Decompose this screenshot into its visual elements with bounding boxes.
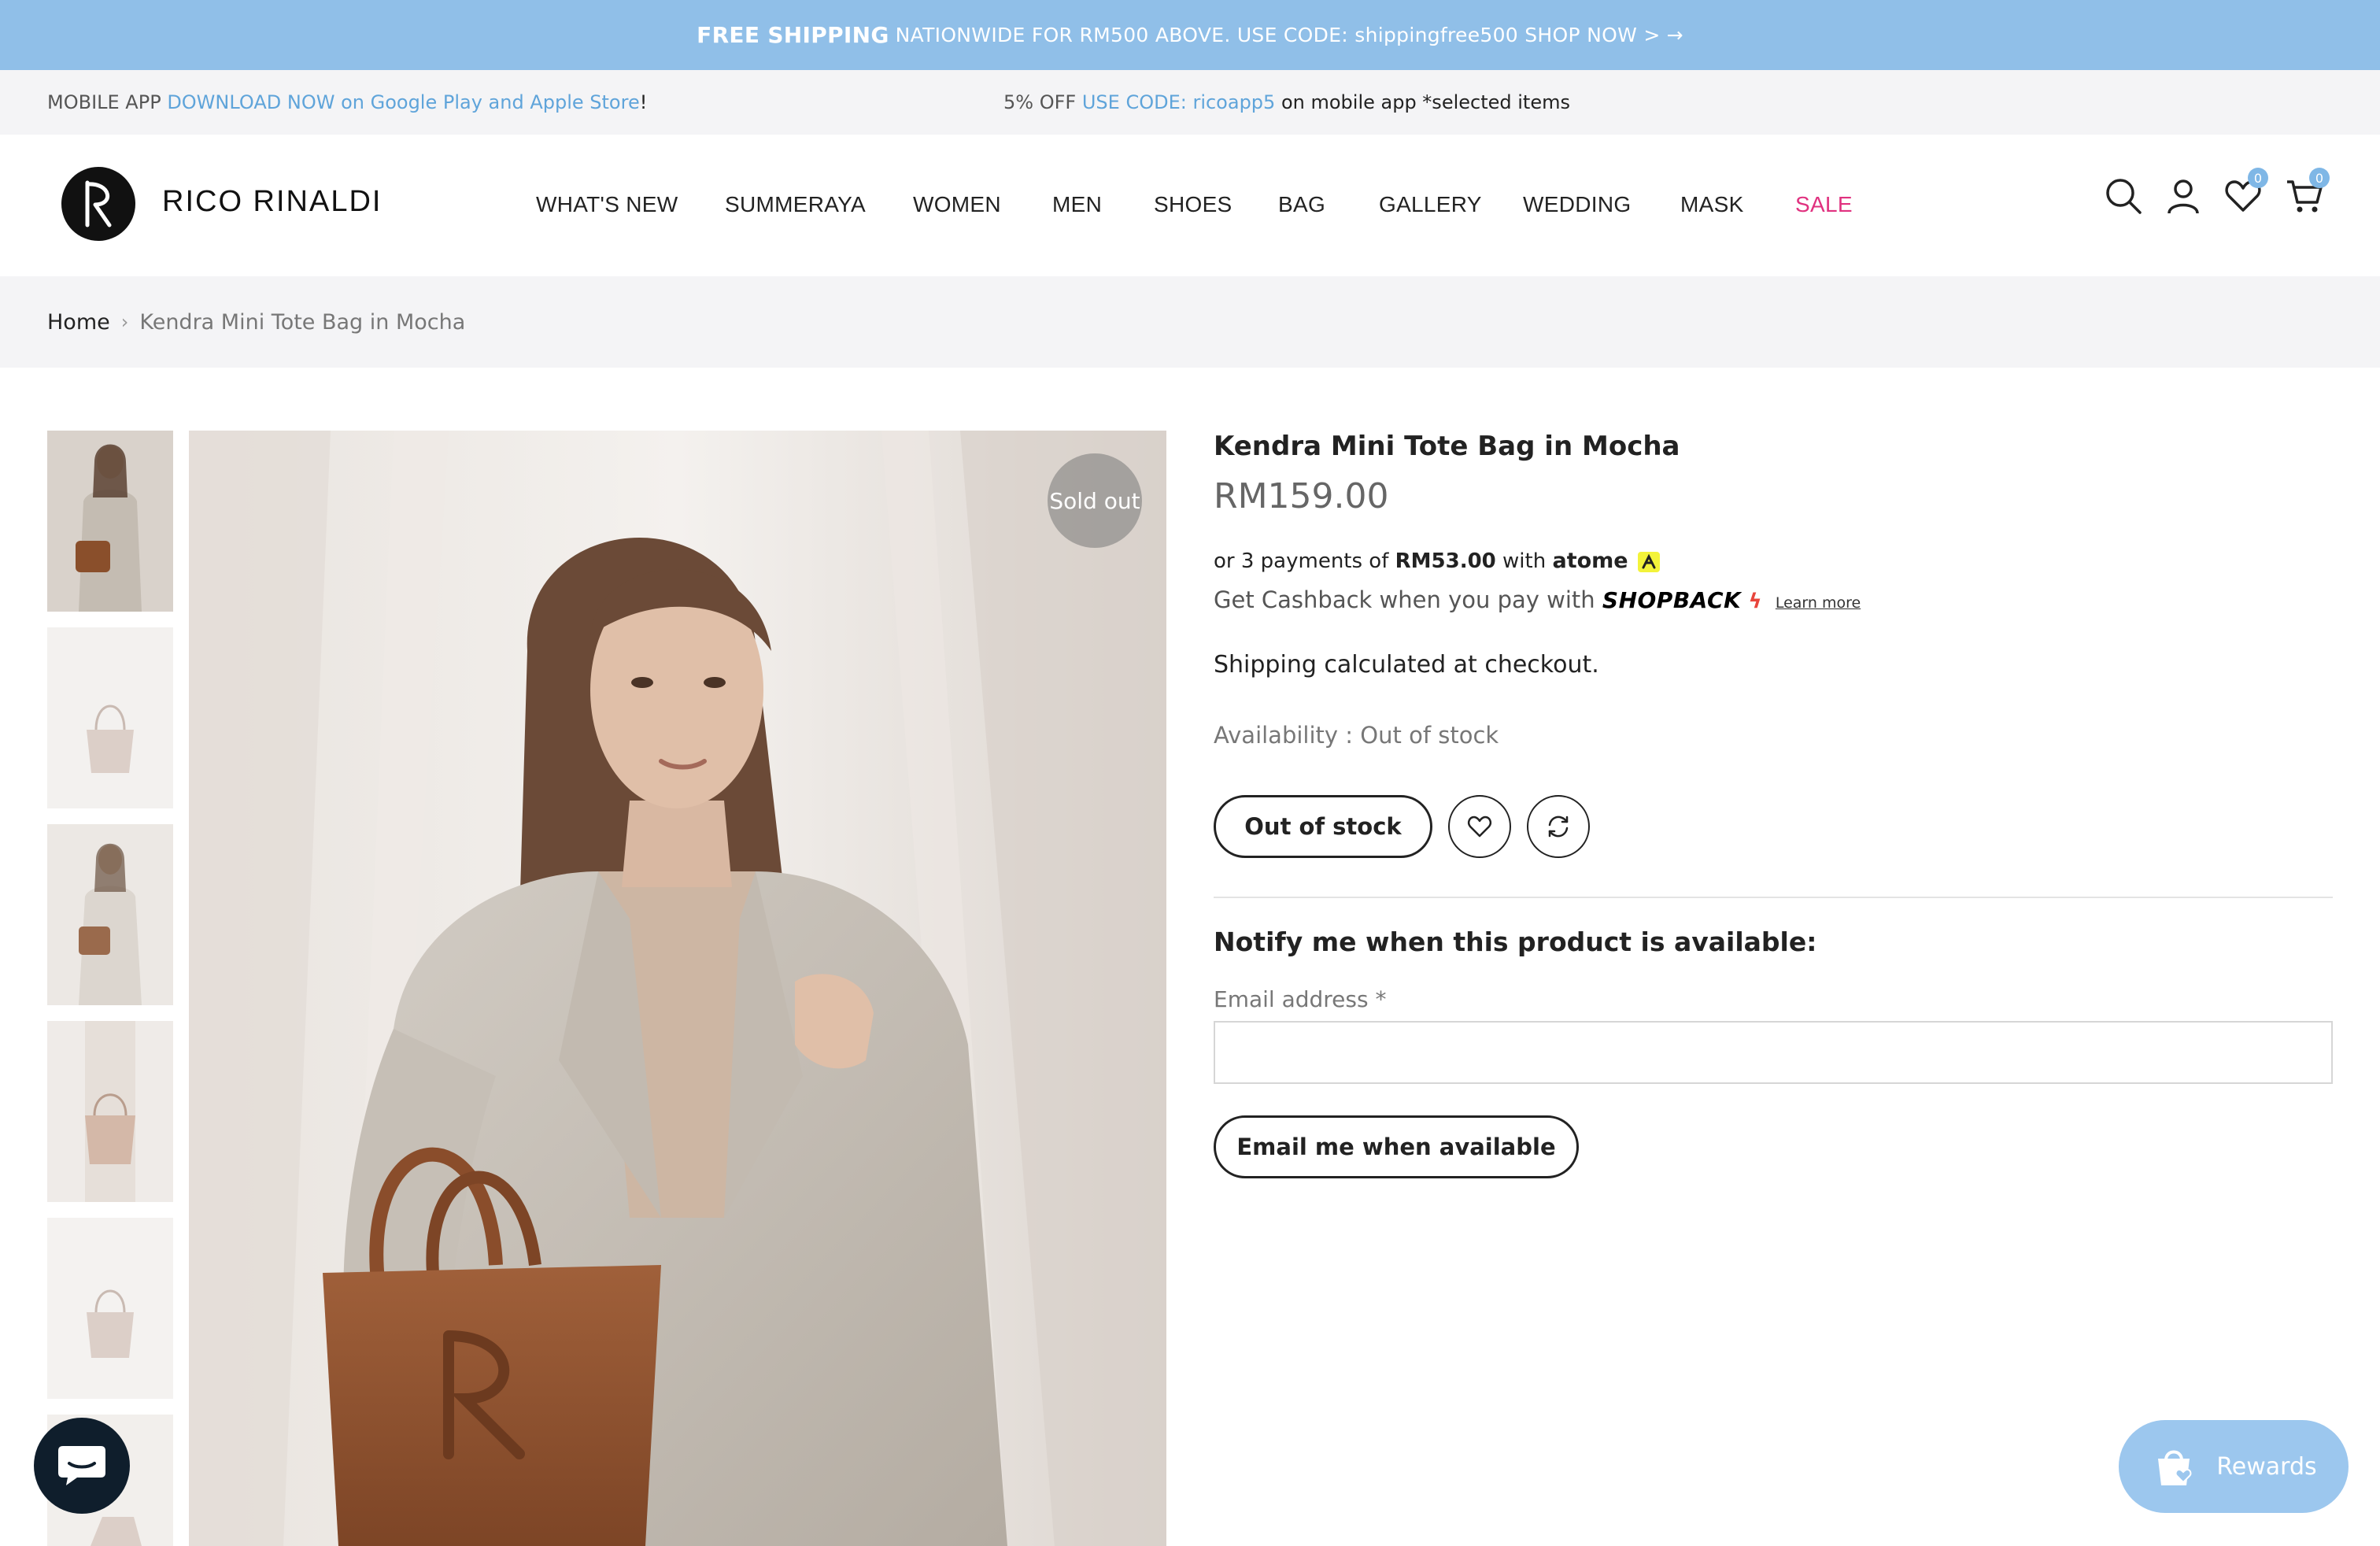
announcement-bar: MOBILE APP DOWNLOAD NOW on Google Play a… (0, 70, 2380, 135)
discount-label: 5% OFF (1003, 91, 1077, 113)
thumbnail-1[interactable] (47, 431, 173, 612)
main-product-image[interactable] (189, 431, 1166, 1546)
email-label: Email address * (1214, 986, 1387, 1012)
section-divider (1214, 897, 2333, 898)
learn-more-link[interactable]: Learn more (1776, 594, 1861, 612)
promo-arrow-icon: → (1666, 24, 1683, 46)
rewards-launcher[interactable]: Rewards (2119, 1420, 2349, 1513)
nav-whats-new[interactable]: WHAT'S NEW (536, 192, 678, 217)
chat-button[interactable] (34, 1418, 130, 1514)
app-discount-announcement: 5% OFF USE CODE: ricoapp5 on mobile app … (1003, 91, 1570, 113)
cart-count-badge: 0 (2309, 168, 2330, 188)
shopback-cashback: Get Cashback when you pay with SHOPBACK … (1214, 586, 1861, 613)
nav-women[interactable]: WOMEN (913, 192, 1001, 217)
chat-bubble-icon (58, 1446, 105, 1485)
thumbnail-4[interactable] (47, 1021, 173, 1202)
mobile-app-announcement: MOBILE APP DOWNLOAD NOW on Google Play a… (47, 91, 647, 113)
thumbnail-5[interactable] (47, 1218, 173, 1399)
brand-logo[interactable] (61, 167, 135, 241)
nav-men[interactable]: MEN (1052, 192, 1102, 217)
account-icon[interactable] (2163, 176, 2204, 216)
email-me-button[interactable]: Email me when available (1214, 1115, 1579, 1178)
email-field[interactable] (1214, 1021, 2333, 1084)
breadcrumb-separator-icon: › (120, 311, 129, 333)
breadcrumb-home[interactable]: Home (47, 310, 110, 335)
thumbnail-3[interactable] (47, 824, 173, 1005)
breadcrumb: Home › Kendra Mini Tote Bag in Mocha (0, 276, 2380, 368)
product-title: Kendra Mini Tote Bag in Mocha (1214, 431, 1680, 462)
shopping-bag-heart-icon (2158, 1450, 2192, 1485)
atome-bolt-icon (1637, 551, 1660, 572)
mobile-app-label: MOBILE APP (47, 91, 161, 113)
nav-bag[interactable]: BAG (1278, 192, 1325, 217)
brand-name[interactable]: RICO RINALDI (162, 185, 382, 219)
rewards-label: Rewards (2216, 1452, 2317, 1481)
atome-amount: RM53.00 (1395, 549, 1496, 573)
nav-wedding[interactable]: WEDDING (1523, 192, 1631, 217)
availability-status: Availability : Out of stock (1214, 722, 1499, 749)
out-of-stock-button[interactable]: Out of stock (1214, 795, 1432, 858)
nav-gallery[interactable]: GALLERY (1379, 192, 1482, 217)
sold-out-badge: Sold out (1048, 453, 1142, 548)
nav-summeraya[interactable]: SUMMERAYA (725, 192, 866, 217)
shipping-note: Shipping calculated at checkout. (1214, 651, 1599, 679)
nav-mask[interactable]: MASK (1680, 192, 1744, 217)
atome-prefix: or 3 payments of (1214, 549, 1389, 573)
atome-logo: atome (1552, 549, 1628, 573)
thumbnail-2[interactable] (47, 627, 173, 808)
wishlist-count-badge: 0 (2248, 168, 2268, 188)
promo-text: NATIONWIDE FOR RM500 ABOVE. USE CODE: sh… (895, 24, 1661, 46)
product-price: RM159.00 (1214, 476, 1389, 516)
shopback-logo: SHOPBACK (1602, 587, 1742, 613)
shopback-text: Get Cashback when you pay with (1214, 586, 1595, 613)
atome-installment: or 3 payments of RM53.00 with atome (1214, 549, 1660, 573)
discount-suffix: on mobile app *selected items (1281, 91, 1570, 113)
nav-shoes[interactable]: SHOES (1154, 192, 1232, 217)
breadcrumb-current: Kendra Mini Tote Bag in Mocha (139, 309, 466, 335)
nav-sale[interactable]: SALE (1795, 192, 1853, 217)
shopback-bolt-icon: ϟ (1748, 590, 1762, 613)
site-header: RICO RINALDI WHAT'S NEW SUMMERAYA WOMEN … (0, 135, 2380, 276)
wishlist-heart-icon[interactable] (1448, 795, 1511, 858)
logo-r-icon (85, 180, 112, 227)
atome-with: with (1502, 549, 1547, 573)
promo-bold: FREE SHIPPING (697, 22, 889, 48)
announce-exclaim: ! (639, 91, 648, 113)
notify-heading: Notify me when this product is available… (1214, 926, 1817, 957)
cart-icon[interactable]: 0 (2284, 168, 2330, 216)
compare-refresh-icon[interactable] (1527, 795, 1590, 858)
download-app-link[interactable]: DOWNLOAD NOW on Google Play and Apple St… (167, 91, 639, 113)
wishlist-heart-icon[interactable]: 0 (2223, 168, 2268, 216)
app-code-link[interactable]: USE CODE: ricoapp5 (1082, 91, 1275, 113)
search-icon[interactable] (2103, 176, 2144, 216)
promo-bar[interactable]: FREE SHIPPING NATIONWIDE FOR RM500 ABOVE… (0, 0, 2380, 70)
